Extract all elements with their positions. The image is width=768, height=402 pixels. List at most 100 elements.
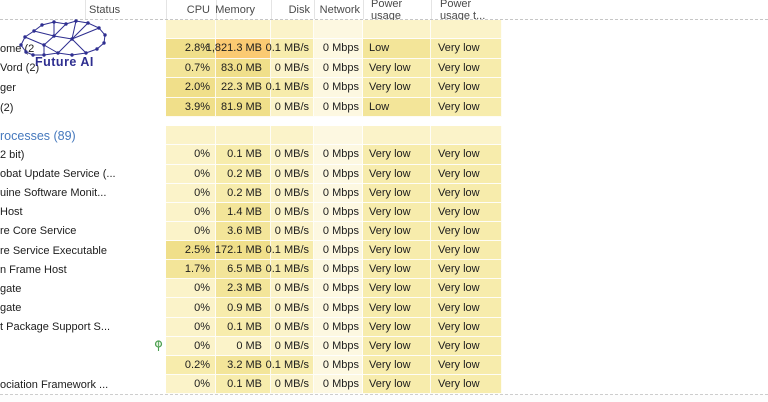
network-value: 0 Mbps xyxy=(314,184,363,203)
power-usage-trend-value: Very low xyxy=(431,184,502,203)
process-row[interactable]: ome (2 2.8% 1,821.3 MB 0.1 MB/s 0 Mbps L… xyxy=(0,39,768,59)
network-value: 0 Mbps xyxy=(314,279,363,298)
cpu-value xyxy=(166,126,216,145)
disk-value: 0 MB/s xyxy=(271,145,314,164)
power-usage-trend-value: Very low xyxy=(431,318,502,337)
disk-value: 0.1 MB/s xyxy=(271,260,314,279)
process-status xyxy=(85,318,166,337)
column-header-power-usage-trend[interactable]: Power usage t... xyxy=(431,0,502,19)
network-value: 0 Mbps xyxy=(314,78,363,98)
process-status xyxy=(85,375,166,394)
process-row[interactable]: ociation Framework ... 0% 0.1 MB 0 MB/s … xyxy=(0,375,768,394)
column-header-cpu[interactable]: CPU xyxy=(166,0,216,19)
cpu-value: 2.5% xyxy=(166,241,216,260)
process-status xyxy=(85,20,166,39)
task-manager-processes-view: Status CPU Memory Disk Network Power usa… xyxy=(0,0,768,402)
process-row[interactable]: obat Update Service (... 0% 0.2 MB 0 MB/… xyxy=(0,165,768,184)
power-usage-trend-value: Very low xyxy=(431,203,502,222)
power-usage-trend-value xyxy=(431,20,502,39)
power-usage-trend-value: Very low xyxy=(431,260,502,279)
process-row[interactable]: re Core Service 0% 3.6 MB 0 MB/s 0 Mbps … xyxy=(0,222,768,241)
column-header-memory[interactable]: Memory xyxy=(216,0,271,19)
process-status xyxy=(85,184,166,203)
power-usage-trend-value: Very low xyxy=(431,145,502,164)
column-header-disk[interactable]: Disk xyxy=(271,0,314,19)
network-value: 0 Mbps xyxy=(314,59,363,79)
cpu-value: 0% xyxy=(166,145,216,164)
partial-scrolled-row[interactable] xyxy=(0,20,768,39)
power-usage-trend-value: Very low xyxy=(431,59,502,79)
process-status xyxy=(85,260,166,279)
group-header-background-processes[interactable]: rocesses (89) xyxy=(0,126,768,145)
memory-value: 3.6 MB xyxy=(216,222,271,241)
bottom-divider xyxy=(0,394,768,402)
network-value: 0 Mbps xyxy=(314,375,363,394)
cpu-value: 0% xyxy=(166,222,216,241)
network-value xyxy=(314,20,363,39)
memory-value xyxy=(216,20,271,39)
power-usage-value xyxy=(363,20,431,39)
power-usage-trend-value: Very low xyxy=(431,39,502,59)
group-header-label[interactable]: rocesses (89) xyxy=(0,126,76,145)
process-status xyxy=(85,356,166,375)
disk-value: 0 MB/s xyxy=(271,337,314,356)
cpu-value: 0% xyxy=(166,184,216,203)
disk-value xyxy=(271,20,314,39)
disk-value: 0 MB/s xyxy=(271,318,314,337)
process-status xyxy=(85,203,166,222)
process-row[interactable]: uine Software Monit... 0% 0.2 MB 0 MB/s … xyxy=(0,184,768,203)
disk-value xyxy=(271,126,314,145)
power-usage-value: Very low xyxy=(363,318,431,337)
cpu-value: 0.7% xyxy=(166,59,216,79)
power-usage-value: Very low xyxy=(363,59,431,79)
memory-value: 1.4 MB xyxy=(216,203,271,222)
cpu-value: 0% xyxy=(166,165,216,184)
power-usage-value: Very low xyxy=(363,298,431,317)
process-row[interactable]: ger 2.0% 22.3 MB 0.1 MB/s 0 Mbps Very lo… xyxy=(0,78,768,98)
disk-value: 0 MB/s xyxy=(271,165,314,184)
disk-value: 0.1 MB/s xyxy=(271,356,314,375)
power-usage-value: Very low xyxy=(363,241,431,260)
process-row[interactable]: Vord (2) 0.7% 83.0 MB 0 MB/s 0 Mbps Very… xyxy=(0,59,768,79)
memory-value: 0.9 MB xyxy=(216,298,271,317)
cpu-value: 2.0% xyxy=(166,78,216,98)
power-usage-value: Very low xyxy=(363,203,431,222)
column-header-network[interactable]: Network xyxy=(314,0,363,19)
process-status xyxy=(85,126,166,145)
power-usage-trend-value xyxy=(431,126,502,145)
process-row[interactable]: gate 0% 2.3 MB 0 MB/s 0 Mbps Very low Ve… xyxy=(0,279,768,298)
process-row[interactable]: 0% 0 MB 0 MB/s 0 Mbps Very low Very low xyxy=(0,337,768,356)
process-row[interactable]: t Package Support S... 0% 0.1 MB 0 MB/s … xyxy=(0,318,768,337)
memory-value: 3.2 MB xyxy=(216,356,271,375)
power-usage-trend-value: Very low xyxy=(431,298,502,317)
power-usage-value: Very low xyxy=(363,337,431,356)
process-table-body: ome (2 2.8% 1,821.3 MB 0.1 MB/s 0 Mbps L… xyxy=(0,20,768,394)
disk-value: 0.1 MB/s xyxy=(271,241,314,260)
disk-value: 0.1 MB/s xyxy=(271,39,314,59)
column-header-power-usage[interactable]: Power usage xyxy=(363,0,431,19)
cpu-value: 0% xyxy=(166,318,216,337)
memory-value: 22.3 MB xyxy=(216,78,271,98)
process-status xyxy=(85,298,166,317)
power-usage-value: Very low xyxy=(363,78,431,98)
process-status xyxy=(85,59,166,79)
memory-value: 83.0 MB xyxy=(216,59,271,79)
network-value: 0 Mbps xyxy=(314,145,363,164)
power-usage-trend-value: Very low xyxy=(431,375,502,394)
process-row[interactable]: re Service Executable 2.5% 172.1 MB 0.1 … xyxy=(0,241,768,260)
column-header-status[interactable]: Status xyxy=(85,0,166,19)
power-usage-trend-value: Very low xyxy=(431,98,502,118)
process-row[interactable]: 0.2% 3.2 MB 0.1 MB/s 0 Mbps Very low Ver… xyxy=(0,356,768,375)
power-usage-value: Very low xyxy=(363,279,431,298)
process-row[interactable]: 2 bit) 0% 0.1 MB 0 MB/s 0 Mbps Very low … xyxy=(0,145,768,164)
group-gap xyxy=(0,117,768,126)
cpu-value: 3.9% xyxy=(166,98,216,118)
cpu-value: 0% xyxy=(166,279,216,298)
power-usage-trend-value: Very low xyxy=(431,279,502,298)
process-row[interactable]: n Frame Host 1.7% 6.5 MB 0.1 MB/s 0 Mbps… xyxy=(0,260,768,279)
process-row[interactable]: (2) 3.9% 81.9 MB 0 MB/s 0 Mbps Low Very … xyxy=(0,98,768,118)
process-row[interactable]: gate 0% 0.9 MB 0 MB/s 0 Mbps Very low Ve… xyxy=(0,298,768,317)
power-usage-trend-value: Very low xyxy=(431,165,502,184)
process-row[interactable]: Host 0% 1.4 MB 0 MB/s 0 Mbps Very low Ve… xyxy=(0,203,768,222)
memory-value: 1,821.3 MB xyxy=(216,39,271,59)
